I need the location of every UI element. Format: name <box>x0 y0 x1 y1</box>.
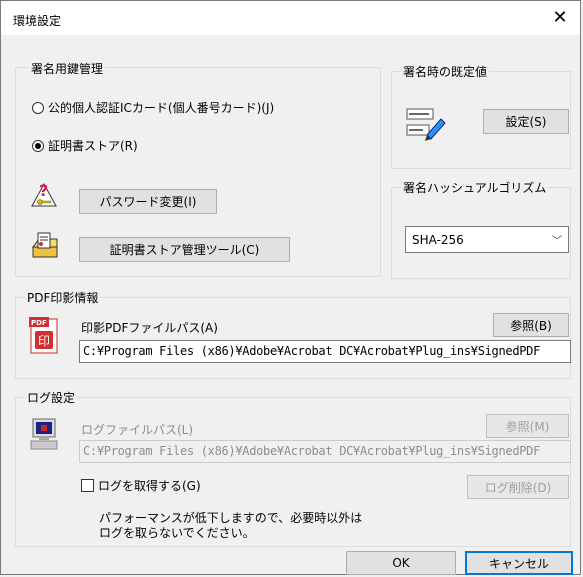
dialog-title: 環境設定 <box>13 14 62 28</box>
pdf-browse-button-label: 参照(B) <box>510 318 552 333</box>
radio-cert-store-label: 証明書ストア(R) <box>48 139 138 153</box>
svg-text:PDF: PDF <box>31 319 47 327</box>
password-change-button-label: パスワード変更(I) <box>99 195 197 209</box>
hash-algorithm-select[interactable]: SHA-256 ﹀ <box>405 226 569 253</box>
pdf-browse-button[interactable]: 参照(B) <box>493 313 569 337</box>
radio-cert-store[interactable]: 証明書ストア(R) <box>32 137 138 154</box>
radio-cert-store-circle[interactable] <box>32 139 44 152</box>
ok-button[interactable]: OK <box>346 551 456 575</box>
pdf-icon: PDF 印 <box>29 315 59 355</box>
chevron-down-icon: ﹀ <box>552 236 562 247</box>
log-enable-checkbox-label: ログを取得する(G) <box>98 479 201 493</box>
defaults-settings-button[interactable]: 設定(S) <box>483 109 569 134</box>
log-browse-button-label: 参照(M) <box>505 419 550 434</box>
pdf-stamp-group-label: PDF印影情報 <box>25 289 101 306</box>
title-bar: 環境設定 ✕ <box>1 1 580 35</box>
log-note-line2: ログを取らないでください。 <box>99 526 255 540</box>
signing-defaults-group-label: 署名時の既定値 <box>401 63 490 80</box>
radio-ic-card-label: 公的個人認証ICカード(個人番号カード)(J) <box>48 101 275 115</box>
key-management-group-label: 署名用鍵管理 <box>29 60 106 77</box>
defaults-settings-button-label: 設定(S) <box>505 115 547 129</box>
log-computer-icon <box>29 417 59 453</box>
cancel-button[interactable]: キャンセル <box>465 551 573 575</box>
password-key-icon: ? <box>31 180 57 208</box>
log-path-input[interactable]: C:¥Program Files (x86)¥Adobe¥Acrobat DC¥… <box>79 440 571 463</box>
cancel-button-label: キャンセル <box>488 556 549 571</box>
pdf-path-label: 印影PDFファイルパス(A) <box>81 321 218 335</box>
svg-text:印: 印 <box>38 334 50 348</box>
cert-store-icon <box>31 231 59 259</box>
cert-store-tool-button-label: 証明書ストア管理ツール(C) <box>109 243 260 257</box>
log-path-label: ログファイルパス(L) <box>81 423 194 437</box>
log-delete-button[interactable]: ログ削除(D) <box>467 475 569 499</box>
radio-ic-card-circle[interactable] <box>32 101 44 114</box>
hash-algorithm-value: SHA-256 <box>412 232 464 247</box>
ok-button-label: OK <box>392 556 410 570</box>
log-delete-button-label: ログ削除(D) <box>484 480 552 495</box>
signature-settings-icon <box>405 105 449 141</box>
log-enable-checkbox-box[interactable] <box>81 479 94 492</box>
cert-store-tool-button[interactable]: 証明書ストア管理ツール(C) <box>79 237 290 262</box>
close-button[interactable]: ✕ <box>546 6 574 30</box>
settings-dialog: 環境設定 ✕ 署名用鍵管理 公的個人認証ICカード(個人番号カード)(J) 証明… <box>0 0 581 575</box>
password-change-button[interactable]: パスワード変更(I) <box>79 189 217 214</box>
log-settings-group-label: ログ設定 <box>25 389 78 406</box>
log-enable-checkbox[interactable]: ログを取得する(G) <box>81 477 201 494</box>
svg-text:?: ? <box>39 181 48 200</box>
log-browse-button[interactable]: 参照(M) <box>486 414 569 438</box>
hash-algorithm-group-label: 署名ハッシュアルゴリズム <box>401 179 549 196</box>
close-icon: ✕ <box>552 7 568 28</box>
pdf-path-input[interactable]: C:¥Program Files (x86)¥Adobe¥Acrobat DC¥… <box>79 340 571 363</box>
pdf-stamp-group <box>15 297 571 379</box>
radio-ic-card[interactable]: 公的個人認証ICカード(個人番号カード)(J) <box>32 99 274 116</box>
